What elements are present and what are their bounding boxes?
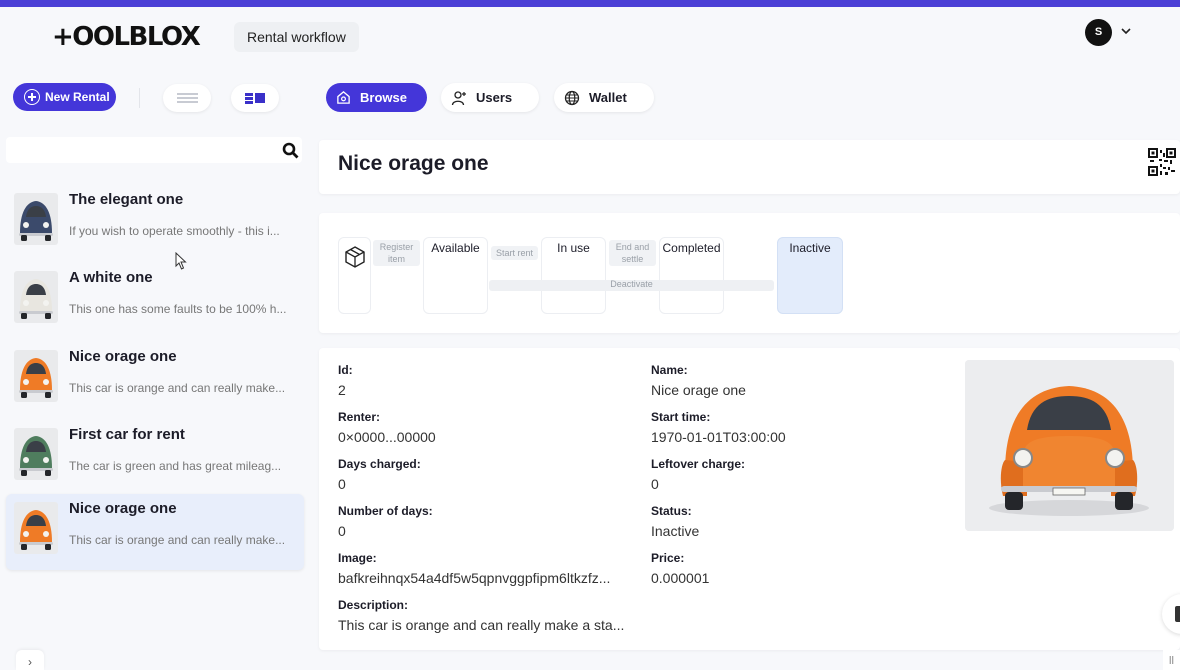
field-value: 0.000001: [651, 570, 710, 586]
transition-register-item[interactable]: Register item: [373, 240, 420, 266]
search-box[interactable]: [6, 137, 302, 163]
field-value: Inactive: [651, 523, 700, 539]
state-inactive[interactable]: Inactive: [777, 237, 843, 314]
tab-wallet[interactable]: Wallet: [554, 83, 654, 112]
transition-deactivate-label: Deactivate: [610, 279, 653, 289]
list-item-description: If you wish to operate smoothly - this i…: [69, 224, 280, 238]
plus-circle-icon: [24, 89, 40, 105]
package-box-icon: [344, 246, 365, 268]
field-label: Price:: [651, 551, 685, 565]
field-label: Start time:: [651, 410, 711, 424]
field-value: 0: [338, 523, 346, 539]
tab-wallet-label: Wallet: [589, 90, 627, 105]
toolbar-divider: [139, 88, 140, 108]
field-label: Number of days:: [338, 504, 433, 518]
field-value: Nice orage one: [651, 382, 746, 398]
page-title: Nice orage one: [338, 152, 489, 175]
field-value: 0: [651, 476, 659, 492]
sidebar-expand-button[interactable]: ›: [16, 650, 44, 670]
list-item-title: Nice orage one: [69, 500, 177, 517]
qr-code-icon[interactable]: [1148, 148, 1176, 176]
list-item[interactable]: Nice orage one This car is orange and can…: [6, 342, 304, 418]
field-value: 0: [338, 476, 346, 492]
menu-lines-icon: [177, 93, 198, 95]
search-input[interactable]: [6, 137, 266, 163]
state-inactive-label: Inactive: [789, 241, 831, 255]
car-image: [965, 360, 1174, 531]
user-add-icon: [451, 90, 466, 105]
field-label: Status:: [651, 504, 692, 518]
globe-icon: [564, 90, 580, 105]
list-item-title: The elegant one: [69, 191, 184, 208]
transition-start-rent[interactable]: Start rent: [491, 246, 538, 260]
state-in-use[interactable]: In use: [541, 237, 606, 314]
chevron-down-icon[interactable]: [1120, 25, 1132, 37]
list-item-title: First car for rent: [69, 426, 185, 443]
state-in-use-label: In use: [557, 241, 590, 255]
state-completed[interactable]: Completed: [659, 237, 724, 314]
new-rental-button[interactable]: New Rental: [13, 83, 116, 111]
mouse-cursor-icon: [175, 252, 187, 270]
user-avatar[interactable]: S: [1085, 19, 1112, 46]
tab-browse-label: Browse: [360, 90, 407, 105]
field-value: This car is orange and can really make a…: [338, 617, 625, 633]
car-thumbnail: [14, 350, 58, 402]
list-item[interactable]: Nice orage one This car is orange and can…: [6, 494, 304, 570]
list-item-description: This one has some faults to be 100% h...: [69, 302, 287, 316]
field-label: Image:: [338, 551, 377, 565]
state-available[interactable]: Available: [423, 237, 488, 314]
search-icon[interactable]: [282, 142, 299, 159]
car-thumbnail: [14, 428, 58, 480]
list-item-title: A white one: [69, 269, 153, 286]
card-view-toggle[interactable]: [231, 84, 279, 112]
home-icon: [337, 91, 350, 104]
field-value: 2: [338, 382, 346, 398]
transition-end-and-settle[interactable]: End and settle: [609, 240, 656, 266]
top-accent-bar: [0, 0, 1180, 7]
list-item-description: This car is orange and can really make..…: [69, 533, 286, 547]
field-value: bafkreihnqx54a4df5w5qpnvggpfipm6ltkzfz..…: [338, 570, 611, 586]
handle-icon: [1175, 606, 1180, 622]
state-completed-label: Completed: [662, 241, 721, 255]
list-item[interactable]: A white one This one has some faults to b…: [6, 263, 304, 339]
list-item-description: The car is green and has great mileag...: [69, 459, 282, 473]
chevron-right-icon: ›: [28, 655, 32, 669]
state-available-label: Available: [431, 241, 480, 255]
list-item-title: Nice orage one: [69, 348, 177, 365]
list-item[interactable]: The elegant one If you wish to operate sm…: [6, 185, 304, 261]
tab-users[interactable]: Users: [441, 83, 539, 112]
list-item[interactable]: First car for rent The car is green and h…: [6, 420, 304, 496]
workflow-badge: Rental workflow: [234, 22, 359, 52]
car-thumbnail: [14, 193, 58, 245]
app-logo[interactable]: +OOLBLOX: [52, 22, 201, 52]
field-label: Renter:: [338, 410, 381, 424]
car-thumbnail: [14, 271, 58, 323]
field-label: Days charged:: [338, 457, 421, 471]
car-thumbnail: [14, 502, 58, 554]
list-item-description: This car is orange and can really make..…: [69, 381, 286, 395]
transition-deactivate[interactable]: Deactivate: [489, 279, 774, 291]
list-view-toggle[interactable]: [163, 84, 211, 112]
new-rental-label: New Rental: [45, 90, 110, 104]
pause-icon[interactable]: ll: [1163, 650, 1180, 670]
field-value: 0×0000...00000: [338, 429, 436, 445]
field-label: Id:: [338, 363, 353, 377]
workflow-start-node: [338, 237, 371, 314]
field-label: Name:: [651, 363, 688, 377]
tab-users-label: Users: [476, 90, 513, 105]
field-value: 1970-01-01T03:00:00: [651, 429, 786, 445]
field-label: Description:: [338, 598, 409, 612]
tab-browse[interactable]: Browse: [326, 83, 427, 112]
field-label: Leftover charge:: [651, 457, 746, 471]
card-view-icon: [245, 93, 253, 96]
